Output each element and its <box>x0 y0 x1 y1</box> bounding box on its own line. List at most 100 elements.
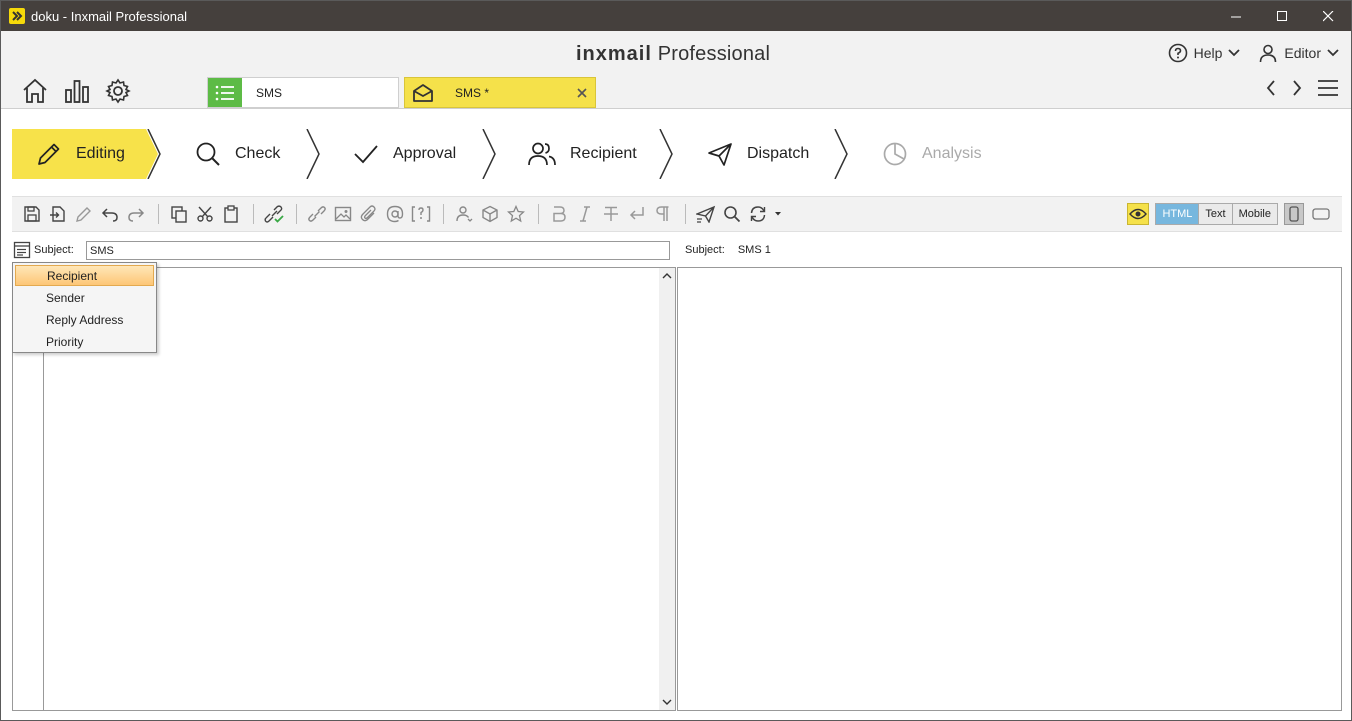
redo-icon[interactable] <box>124 202 148 226</box>
refresh-icon[interactable] <box>746 202 770 226</box>
menu-item-recipient[interactable]: Recipient <box>15 265 154 286</box>
menu-item-sender[interactable]: Sender <box>15 287 154 308</box>
brand-rest: Professional <box>657 43 771 65</box>
tab-sms-list[interactable]: SMS <box>207 77 399 108</box>
main-menu-button[interactable] <box>1317 79 1339 102</box>
subject-properties-menu: Recipient Sender Reply Address Priority <box>12 262 157 353</box>
subject-properties-icon[interactable] <box>13 241 31 259</box>
pencil-icon <box>36 141 62 167</box>
zoom-icon[interactable] <box>720 202 744 226</box>
maximize-button[interactable] <box>1259 1 1305 31</box>
hamburger-icon <box>1318 80 1338 96</box>
view-mobile-button[interactable]: Mobile <box>1232 204 1277 224</box>
tab-label: SMS <box>256 85 283 100</box>
close-tab-icon[interactable] <box>577 85 587 101</box>
subject-label: Subject: <box>34 244 74 256</box>
eye-icon <box>1129 208 1148 220</box>
step-label: Recipient <box>570 145 637 162</box>
link-check-icon[interactable] <box>262 202 286 226</box>
caret-down-icon[interactable] <box>772 202 784 226</box>
menu-item-reply-address[interactable]: Reply Address <box>15 309 154 330</box>
toolbar-divider <box>685 204 686 224</box>
step-separator-icon <box>834 129 848 179</box>
workflow-steps: Editing Check Approval Recipient Dispatc… <box>12 129 1342 179</box>
edit-icon[interactable] <box>72 202 96 226</box>
link-icon[interactable] <box>305 202 329 226</box>
portrait-button[interactable] <box>1284 203 1304 225</box>
image-icon[interactable] <box>331 202 355 226</box>
step-editing[interactable]: Editing <box>12 129 146 179</box>
phone-landscape-icon <box>1312 208 1330 220</box>
chevron-down-icon <box>1228 49 1241 57</box>
preview-subject-row: Subject: SMS 1 <box>685 244 771 256</box>
conditional-icon[interactable] <box>409 202 433 226</box>
paper-plane-icon <box>707 141 733 167</box>
user-label: Editor <box>1284 45 1321 61</box>
statistics-button[interactable] <box>63 78 91 109</box>
preview-toggle-button[interactable] <box>1127 203 1150 225</box>
chevron-right-icon <box>1293 80 1302 96</box>
user-menu[interactable]: Editor <box>1258 43 1339 63</box>
view-text-button[interactable]: Text <box>1199 204 1233 224</box>
step-label: Editing <box>76 145 125 162</box>
step-separator-icon <box>659 129 673 179</box>
window-title: doku - Inxmail Professional <box>31 8 188 24</box>
back-button[interactable] <box>1265 79 1277 102</box>
italic-icon[interactable] <box>573 202 597 226</box>
attachment-icon[interactable] <box>357 202 381 226</box>
copy-icon[interactable] <box>167 202 191 226</box>
settings-button[interactable] <box>105 78 131 109</box>
import-icon[interactable] <box>46 202 70 226</box>
undo-icon[interactable] <box>98 202 122 226</box>
editor-scrollbar[interactable] <box>659 268 675 710</box>
paste-icon[interactable] <box>219 202 243 226</box>
at-sign-icon[interactable] <box>383 202 407 226</box>
subject-input[interactable]: SMS <box>86 241 670 260</box>
help-menu[interactable]: Help <box>1168 43 1241 63</box>
step-label: Analysis <box>922 145 982 162</box>
view-mode-switch: HTML Text Mobile <box>1155 203 1278 225</box>
chevron-left-icon <box>1266 80 1275 96</box>
tab-sms-editor[interactable]: SMS * <box>404 77 596 108</box>
step-label: Approval <box>393 145 457 162</box>
user-icon <box>1260 44 1277 63</box>
view-html-button[interactable]: HTML <box>1156 204 1200 224</box>
cut-icon[interactable] <box>193 202 217 226</box>
test-send-icon[interactable] <box>694 202 718 226</box>
scroll-up-icon[interactable] <box>662 272 672 280</box>
toolbar-divider <box>443 204 444 224</box>
preview-subject-value: SMS 1 <box>737 244 771 256</box>
people-icon <box>528 141 556 167</box>
toolbar-divider <box>158 204 159 224</box>
home-icon <box>23 78 47 103</box>
close-window-button[interactable] <box>1305 1 1351 31</box>
editor-toolbar: HTML Text Mobile <box>12 196 1342 232</box>
subject-row: Subject: <box>13 241 74 259</box>
check-icon <box>353 141 379 167</box>
brand-logo: inxmail Professional <box>576 43 770 66</box>
line-break-icon[interactable] <box>625 202 649 226</box>
app-logo-icon <box>9 8 25 24</box>
help-icon <box>1168 43 1187 63</box>
forward-button[interactable] <box>1291 79 1303 102</box>
toolbar-divider <box>253 204 254 224</box>
save-icon[interactable] <box>20 202 44 226</box>
step-recipient[interactable]: Recipient <box>528 129 637 179</box>
search-icon <box>195 141 221 167</box>
star-icon[interactable] <box>504 202 528 226</box>
landscape-button[interactable] <box>1310 203 1332 225</box>
scroll-down-icon[interactable] <box>662 698 672 706</box>
step-dispatch[interactable]: Dispatch <box>707 129 809 179</box>
step-check[interactable]: Check <box>195 129 280 179</box>
strikethrough-icon[interactable] <box>599 202 623 226</box>
step-separator-icon <box>482 129 496 179</box>
minimize-button[interactable] <box>1213 1 1259 31</box>
step-approval[interactable]: Approval <box>353 129 456 179</box>
home-button[interactable] <box>21 78 49 109</box>
paragraph-icon[interactable] <box>651 202 675 226</box>
module-icon[interactable] <box>478 202 502 226</box>
brand-bold: inxmail <box>576 43 652 65</box>
menu-item-priority[interactable]: Priority <box>15 331 154 352</box>
bold-icon[interactable] <box>547 202 571 226</box>
personalization-icon[interactable] <box>452 202 476 226</box>
